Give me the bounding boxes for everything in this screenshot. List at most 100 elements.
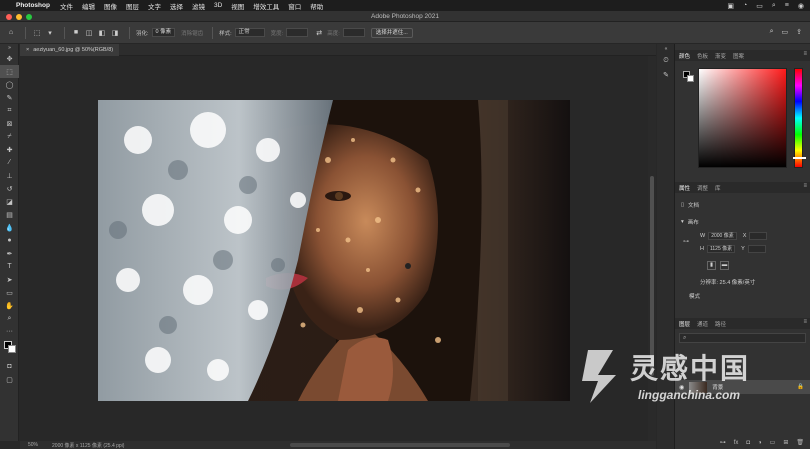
subtract-selection-icon[interactable]: ◧ bbox=[97, 28, 107, 38]
quick-select-tool-icon[interactable]: ✎ bbox=[0, 91, 19, 104]
tab-properties[interactable]: 属性 bbox=[679, 184, 690, 192]
tab-libraries[interactable]: 库 bbox=[715, 184, 721, 192]
trash-icon[interactable]: 🗑 bbox=[796, 439, 804, 446]
control-icon[interactable]: ▣ bbox=[727, 2, 734, 10]
path-select-tool-icon[interactable]: ➤ bbox=[0, 273, 19, 286]
document-size[interactable]: 2000 像素 x 1125 像素 (25.4 ppi) bbox=[52, 442, 124, 449]
menu-select[interactable]: 选择 bbox=[170, 1, 183, 11]
marquee-tool-icon[interactable]: ⬚ bbox=[0, 65, 19, 78]
menu-3d[interactable]: 3D bbox=[214, 2, 222, 9]
tab-channels[interactable]: 通道 bbox=[697, 320, 708, 328]
tab-layers[interactable]: 图层 bbox=[679, 320, 690, 328]
canvas-x-input[interactable] bbox=[749, 231, 768, 240]
panel-menu-icon[interactable]: ≡ bbox=[803, 51, 807, 57]
tab-paths[interactable]: 路径 bbox=[715, 320, 726, 328]
more-tools-icon[interactable]: ··· bbox=[0, 325, 19, 338]
menu-layer[interactable]: 图层 bbox=[126, 1, 139, 11]
battery-icon[interactable]: ▭ bbox=[756, 2, 763, 10]
canvas-height-input[interactable]: 1125 像素 bbox=[706, 244, 736, 253]
add-mask-icon[interactable]: ◘ bbox=[746, 440, 750, 446]
history-brush-tool-icon[interactable]: ↺ bbox=[0, 182, 19, 195]
menu-help[interactable]: 帮助 bbox=[310, 1, 323, 11]
menu-file[interactable]: 文件 bbox=[60, 1, 73, 11]
new-layer-icon[interactable]: ⊞ bbox=[783, 439, 788, 446]
intersect-selection-icon[interactable]: ◨ bbox=[110, 28, 120, 38]
add-selection-icon[interactable]: ◫ bbox=[84, 28, 94, 38]
link-icon[interactable]: ⊶ bbox=[683, 238, 689, 245]
document-image[interactable] bbox=[98, 100, 570, 401]
frame-tool-icon[interactable]: ⊠ bbox=[0, 117, 19, 130]
eraser-tool-icon[interactable]: ◪ bbox=[0, 195, 19, 208]
share-icon[interactable]: ⇪ bbox=[796, 28, 802, 36]
quick-mask-icon[interactable]: ◘ bbox=[0, 360, 19, 373]
canvas-width-input[interactable]: 2000 像素 bbox=[708, 231, 737, 240]
menu-window[interactable]: 窗口 bbox=[288, 1, 301, 11]
color-swatches-icon[interactable] bbox=[0, 338, 19, 360]
height-input[interactable] bbox=[342, 28, 365, 37]
history-panel-icon[interactable]: ⏲ bbox=[657, 54, 675, 68]
tab-patterns[interactable]: 图案 bbox=[733, 52, 744, 60]
canvas-y-input[interactable] bbox=[747, 244, 766, 253]
chevron-down-icon[interactable]: ▾ bbox=[681, 219, 684, 225]
feather-input[interactable]: 0 像素 bbox=[151, 28, 176, 37]
menu-filter[interactable]: 滤镜 bbox=[192, 1, 205, 11]
menu-image[interactable]: 图像 bbox=[104, 1, 117, 11]
dodge-tool-icon[interactable]: ● bbox=[0, 234, 19, 247]
color-saturation-field[interactable] bbox=[698, 68, 787, 168]
lasso-tool-icon[interactable]: ◯ bbox=[0, 78, 19, 91]
landscape-orientation-icon[interactable]: ▬ bbox=[720, 261, 729, 270]
panel-menu-icon[interactable]: ≡ bbox=[803, 319, 807, 325]
collapse-icon[interactable]: » bbox=[0, 44, 19, 52]
menu-extras-icon[interactable]: ≡ bbox=[785, 2, 789, 9]
menu-view[interactable]: 视图 bbox=[231, 1, 244, 11]
chevron-down-icon[interactable]: ▾ bbox=[45, 28, 55, 38]
menu-app-name[interactable]: Photoshop bbox=[16, 2, 50, 9]
type-tool-icon[interactable]: T bbox=[0, 260, 19, 273]
rectangle-tool-icon[interactable]: ▭ bbox=[0, 286, 19, 299]
tab-gradients[interactable]: 渐变 bbox=[715, 52, 726, 60]
background-color-swatch[interactable] bbox=[8, 345, 16, 353]
background-color-swatch[interactable] bbox=[687, 75, 694, 82]
marquee-preset-icon[interactable]: ⬚ bbox=[32, 28, 42, 38]
search-icon[interactable]: ⌕ bbox=[770, 28, 774, 36]
close-icon[interactable]: × bbox=[26, 44, 29, 56]
canvas-horizontal-scrollbar[interactable] bbox=[290, 443, 510, 447]
link-layers-icon[interactable]: ⊶ bbox=[720, 439, 726, 446]
panel-menu-icon[interactable]: ≡ bbox=[803, 183, 807, 189]
new-selection-icon[interactable]: ■ bbox=[71, 28, 81, 38]
brush-tool-icon[interactable]: ⁄ bbox=[0, 156, 19, 169]
pen-tool-icon[interactable]: ✒ bbox=[0, 247, 19, 260]
antialias-checkbox[interactable]: 消除锯齿 bbox=[181, 29, 203, 37]
home-icon[interactable]: ⌂ bbox=[6, 28, 16, 38]
hue-slider-handle[interactable] bbox=[793, 157, 806, 159]
menu-edit[interactable]: 编辑 bbox=[82, 1, 95, 11]
swap-icon[interactable]: ⇄ bbox=[314, 28, 324, 38]
hue-slider[interactable] bbox=[793, 68, 806, 168]
zoom-level[interactable]: 50% bbox=[28, 442, 38, 448]
search-icon[interactable]: ⌕ bbox=[772, 2, 776, 10]
clone-stamp-tool-icon[interactable]: ⊥ bbox=[0, 169, 19, 182]
tab-swatches[interactable]: 色板 bbox=[697, 52, 708, 60]
menu-plugins[interactable]: 增效工具 bbox=[253, 1, 279, 11]
move-tool-icon[interactable]: ✥ bbox=[0, 52, 19, 65]
select-and-mask-button[interactable]: 选择并遮住... bbox=[370, 27, 413, 38]
canvas-section-header[interactable]: ▾ 画布 bbox=[675, 216, 810, 227]
style-select[interactable]: 正常 bbox=[234, 28, 265, 37]
gradient-tool-icon[interactable]: ▤ bbox=[0, 208, 19, 221]
hand-tool-icon[interactable]: ✋ bbox=[0, 299, 19, 312]
collapse-icon[interactable]: « bbox=[657, 44, 675, 54]
new-group-icon[interactable]: ▭ bbox=[770, 439, 776, 446]
brush-settings-icon[interactable]: ✎ bbox=[657, 68, 675, 82]
canvas-area[interactable] bbox=[20, 56, 648, 441]
siri-icon[interactable]: ◉ bbox=[798, 2, 804, 10]
eyedropper-tool-icon[interactable]: ⌿ bbox=[0, 130, 19, 143]
healing-brush-tool-icon[interactable]: ✚ bbox=[0, 143, 19, 156]
zoom-tool-icon[interactable]: ⌕ bbox=[0, 312, 19, 325]
screen-mode-icon[interactable]: ▢ bbox=[0, 373, 19, 386]
crop-tool-icon[interactable]: ⌗ bbox=[0, 104, 19, 117]
fx-icon[interactable]: fx bbox=[734, 440, 739, 446]
blur-tool-icon[interactable]: 💧 bbox=[0, 221, 19, 234]
adjustment-layer-icon[interactable]: ◑ bbox=[758, 440, 762, 446]
lock-icon[interactable]: 🔒 bbox=[797, 384, 804, 390]
menu-type[interactable]: 文字 bbox=[148, 1, 161, 11]
